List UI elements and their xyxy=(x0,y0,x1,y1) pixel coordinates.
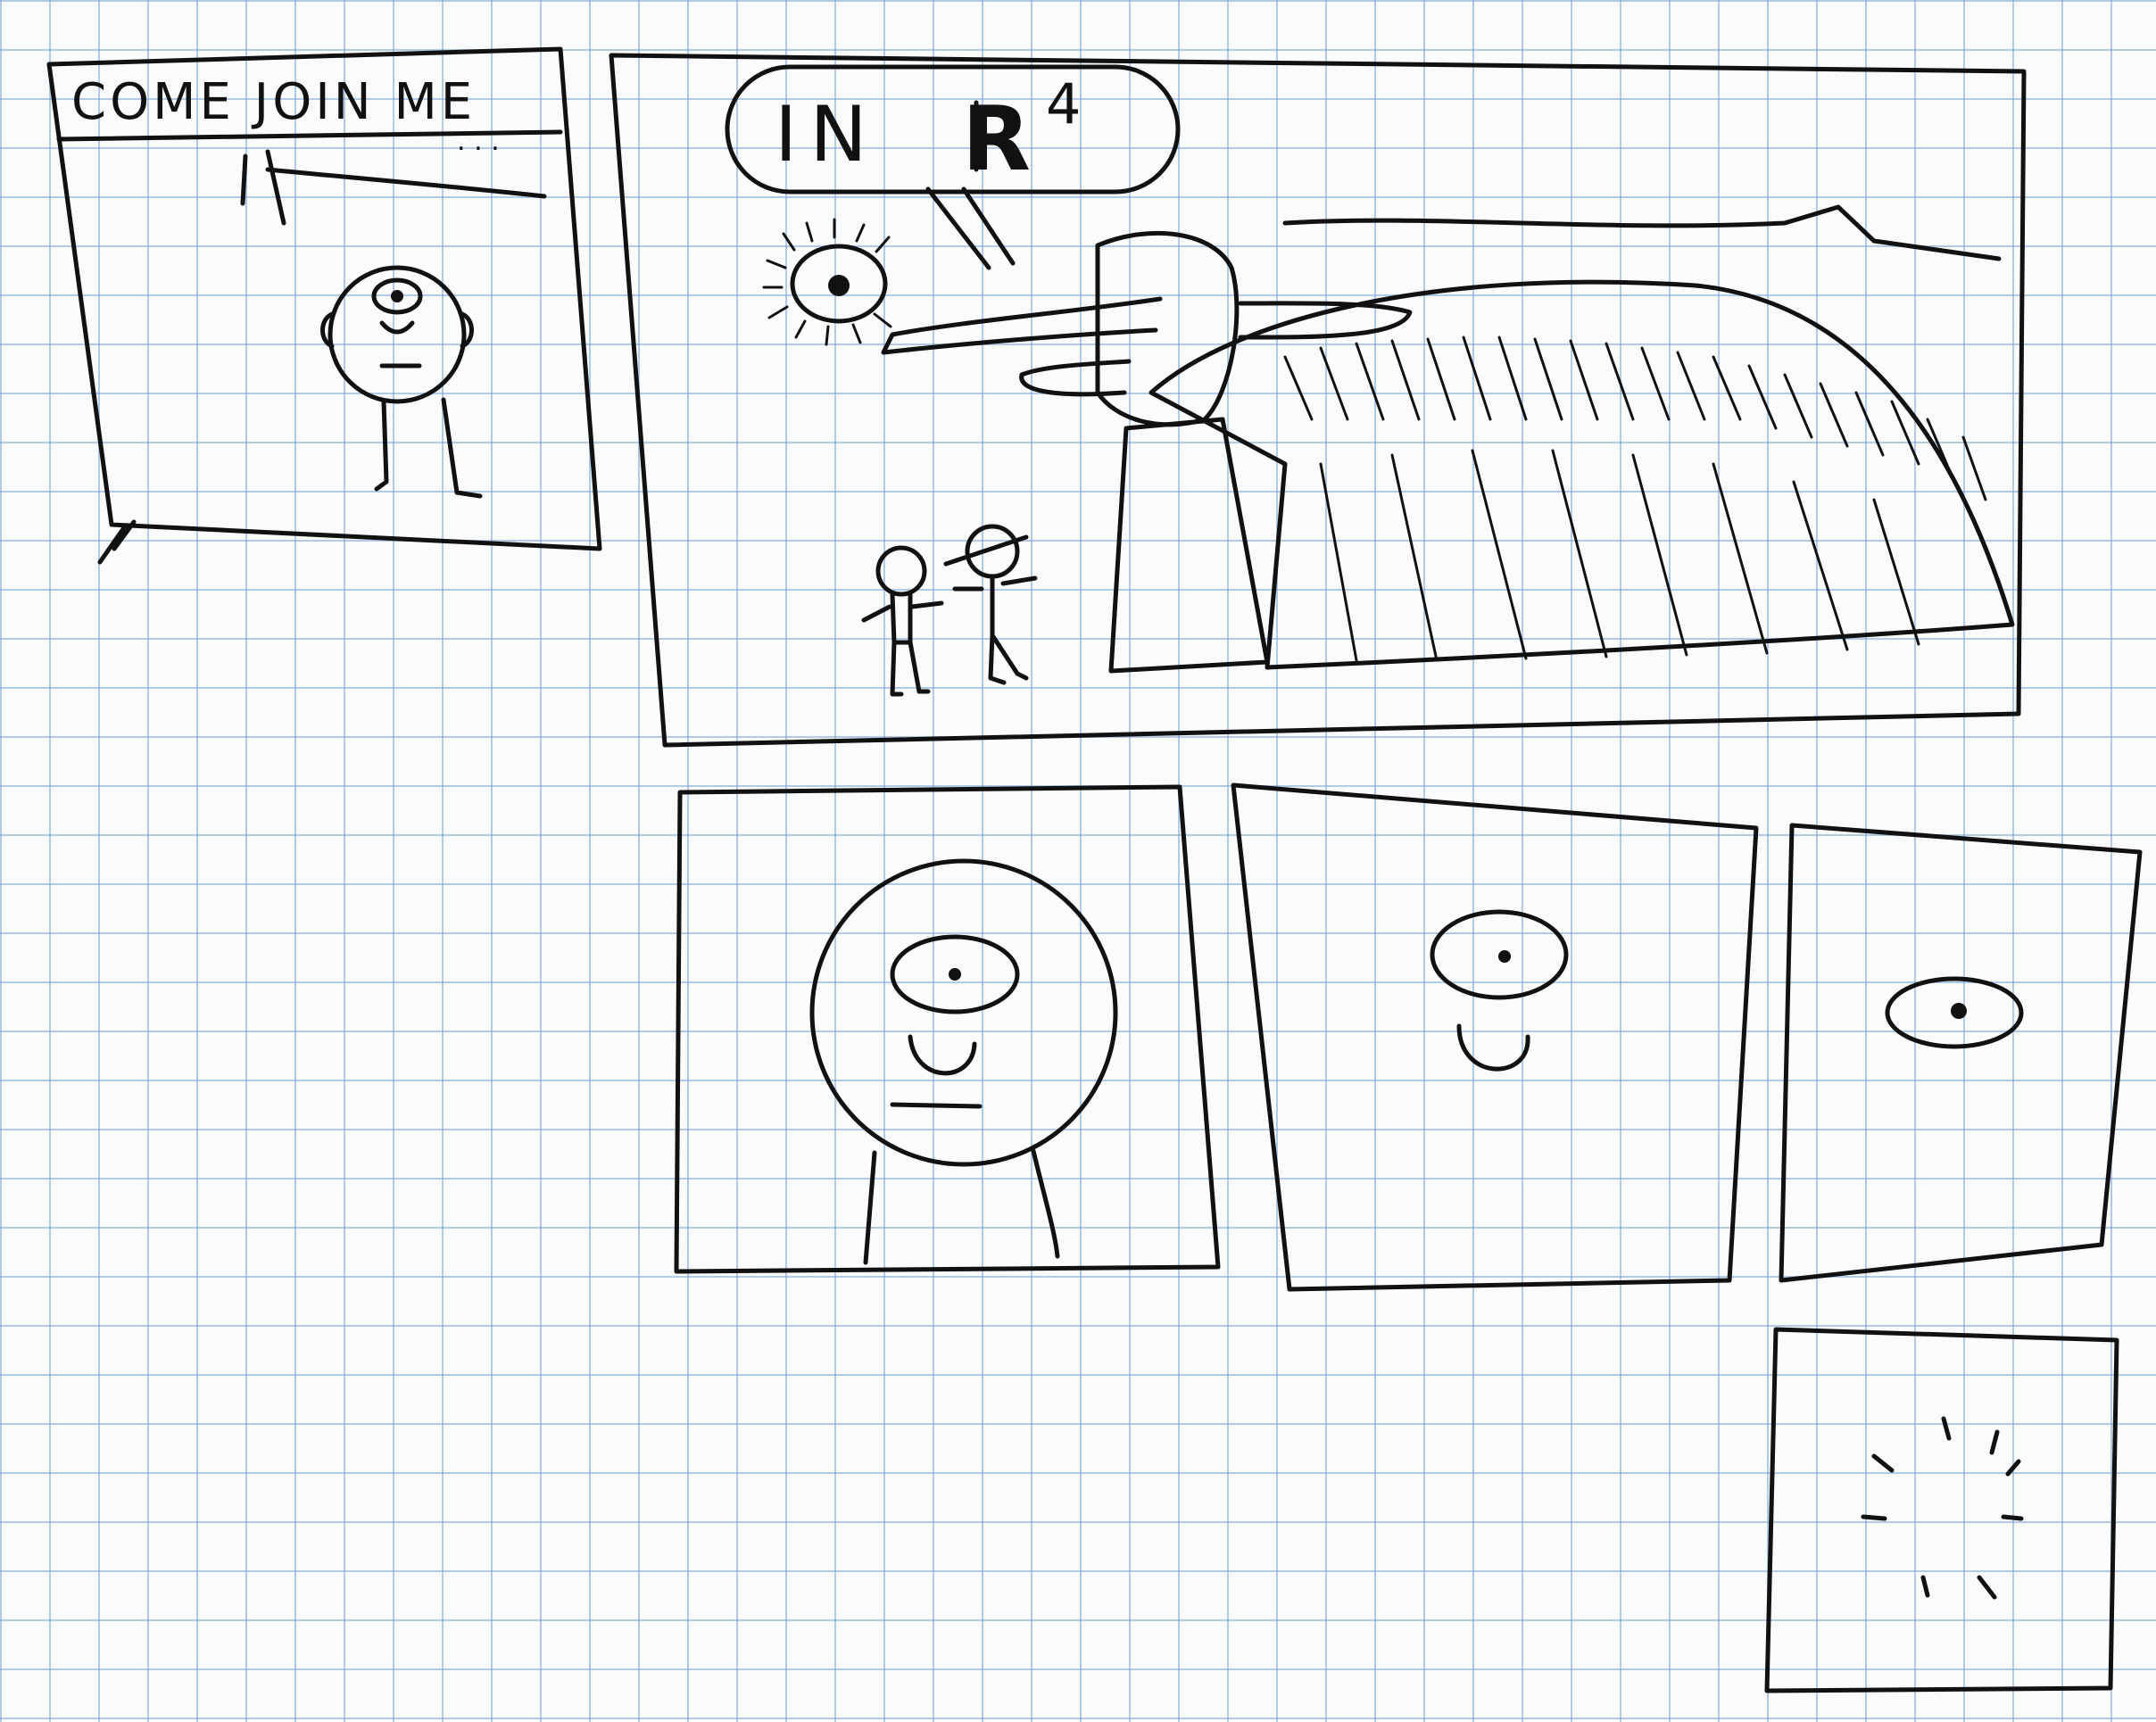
creature-body xyxy=(1148,279,2015,670)
panel-5 xyxy=(1779,823,2143,1283)
creature-pupil xyxy=(828,275,850,296)
vanishing-burst-lines xyxy=(1861,1416,2024,1600)
stick-figure-right-head xyxy=(965,524,1020,579)
panel-1-smudge xyxy=(97,519,137,565)
comic-page: COME JOIN ME . . . IN R 4 xyxy=(46,46,2143,1693)
stick-figure-left xyxy=(861,545,944,697)
speech-text-in: IN xyxy=(775,90,880,179)
panel-1: COME JOIN ME . . . xyxy=(46,46,602,565)
panel-4-frame xyxy=(1231,782,1759,1292)
cyclops-pupil xyxy=(391,290,403,302)
stick-figure-right xyxy=(943,524,1038,685)
creature-belly-lines xyxy=(1319,449,1920,662)
panel-4 xyxy=(1231,782,1759,1292)
caption-trailing-dots: . . . xyxy=(457,126,500,157)
creature-shadow-hatched xyxy=(1108,417,1270,674)
speech-exponent: 4 xyxy=(1046,71,1081,137)
speech-balloon-tail xyxy=(925,186,1016,270)
speech-symbol-r: R xyxy=(962,87,1031,191)
panel-4-smile xyxy=(1456,1023,1530,1072)
cyclops-head xyxy=(328,265,467,404)
panel-5-pupil xyxy=(1951,1003,1967,1019)
cyclops-closeup-pupil xyxy=(949,968,961,981)
cyclops-legs xyxy=(374,397,483,499)
panel-3 xyxy=(674,784,1221,1274)
giant-creature xyxy=(762,204,2015,674)
creature-fur-hatching xyxy=(1283,335,1987,501)
panel-6-frame xyxy=(1764,1327,2119,1693)
creature-tentacle-upper xyxy=(881,296,1163,355)
creature-tentacle-lower xyxy=(1019,359,1132,397)
stick-figure-right-body xyxy=(952,574,1038,685)
cyclops-closeup-smile xyxy=(908,1034,977,1076)
panel-3-frame xyxy=(674,784,1221,1274)
creature-eyelashes xyxy=(762,218,892,346)
cyclops-standing xyxy=(320,265,483,499)
panel-6 xyxy=(1764,1327,2119,1693)
panel-5-frame xyxy=(1779,823,2143,1283)
cyclops-closeup-mouth-line xyxy=(890,1102,983,1109)
creature-head xyxy=(1095,230,1240,427)
panel-2: IN R 4 xyxy=(609,53,2027,748)
caption-pointer xyxy=(240,149,547,226)
creature-back-ridge xyxy=(1282,204,2002,261)
cyclops-smile xyxy=(379,320,415,335)
stick-figure-left-body xyxy=(861,592,944,697)
stick-figure-left-head xyxy=(875,545,927,597)
cyclops-closeup-shoulders xyxy=(863,1148,1060,1265)
panel-4-pupil xyxy=(1498,950,1511,963)
caption-text: COME JOIN ME xyxy=(71,73,476,131)
